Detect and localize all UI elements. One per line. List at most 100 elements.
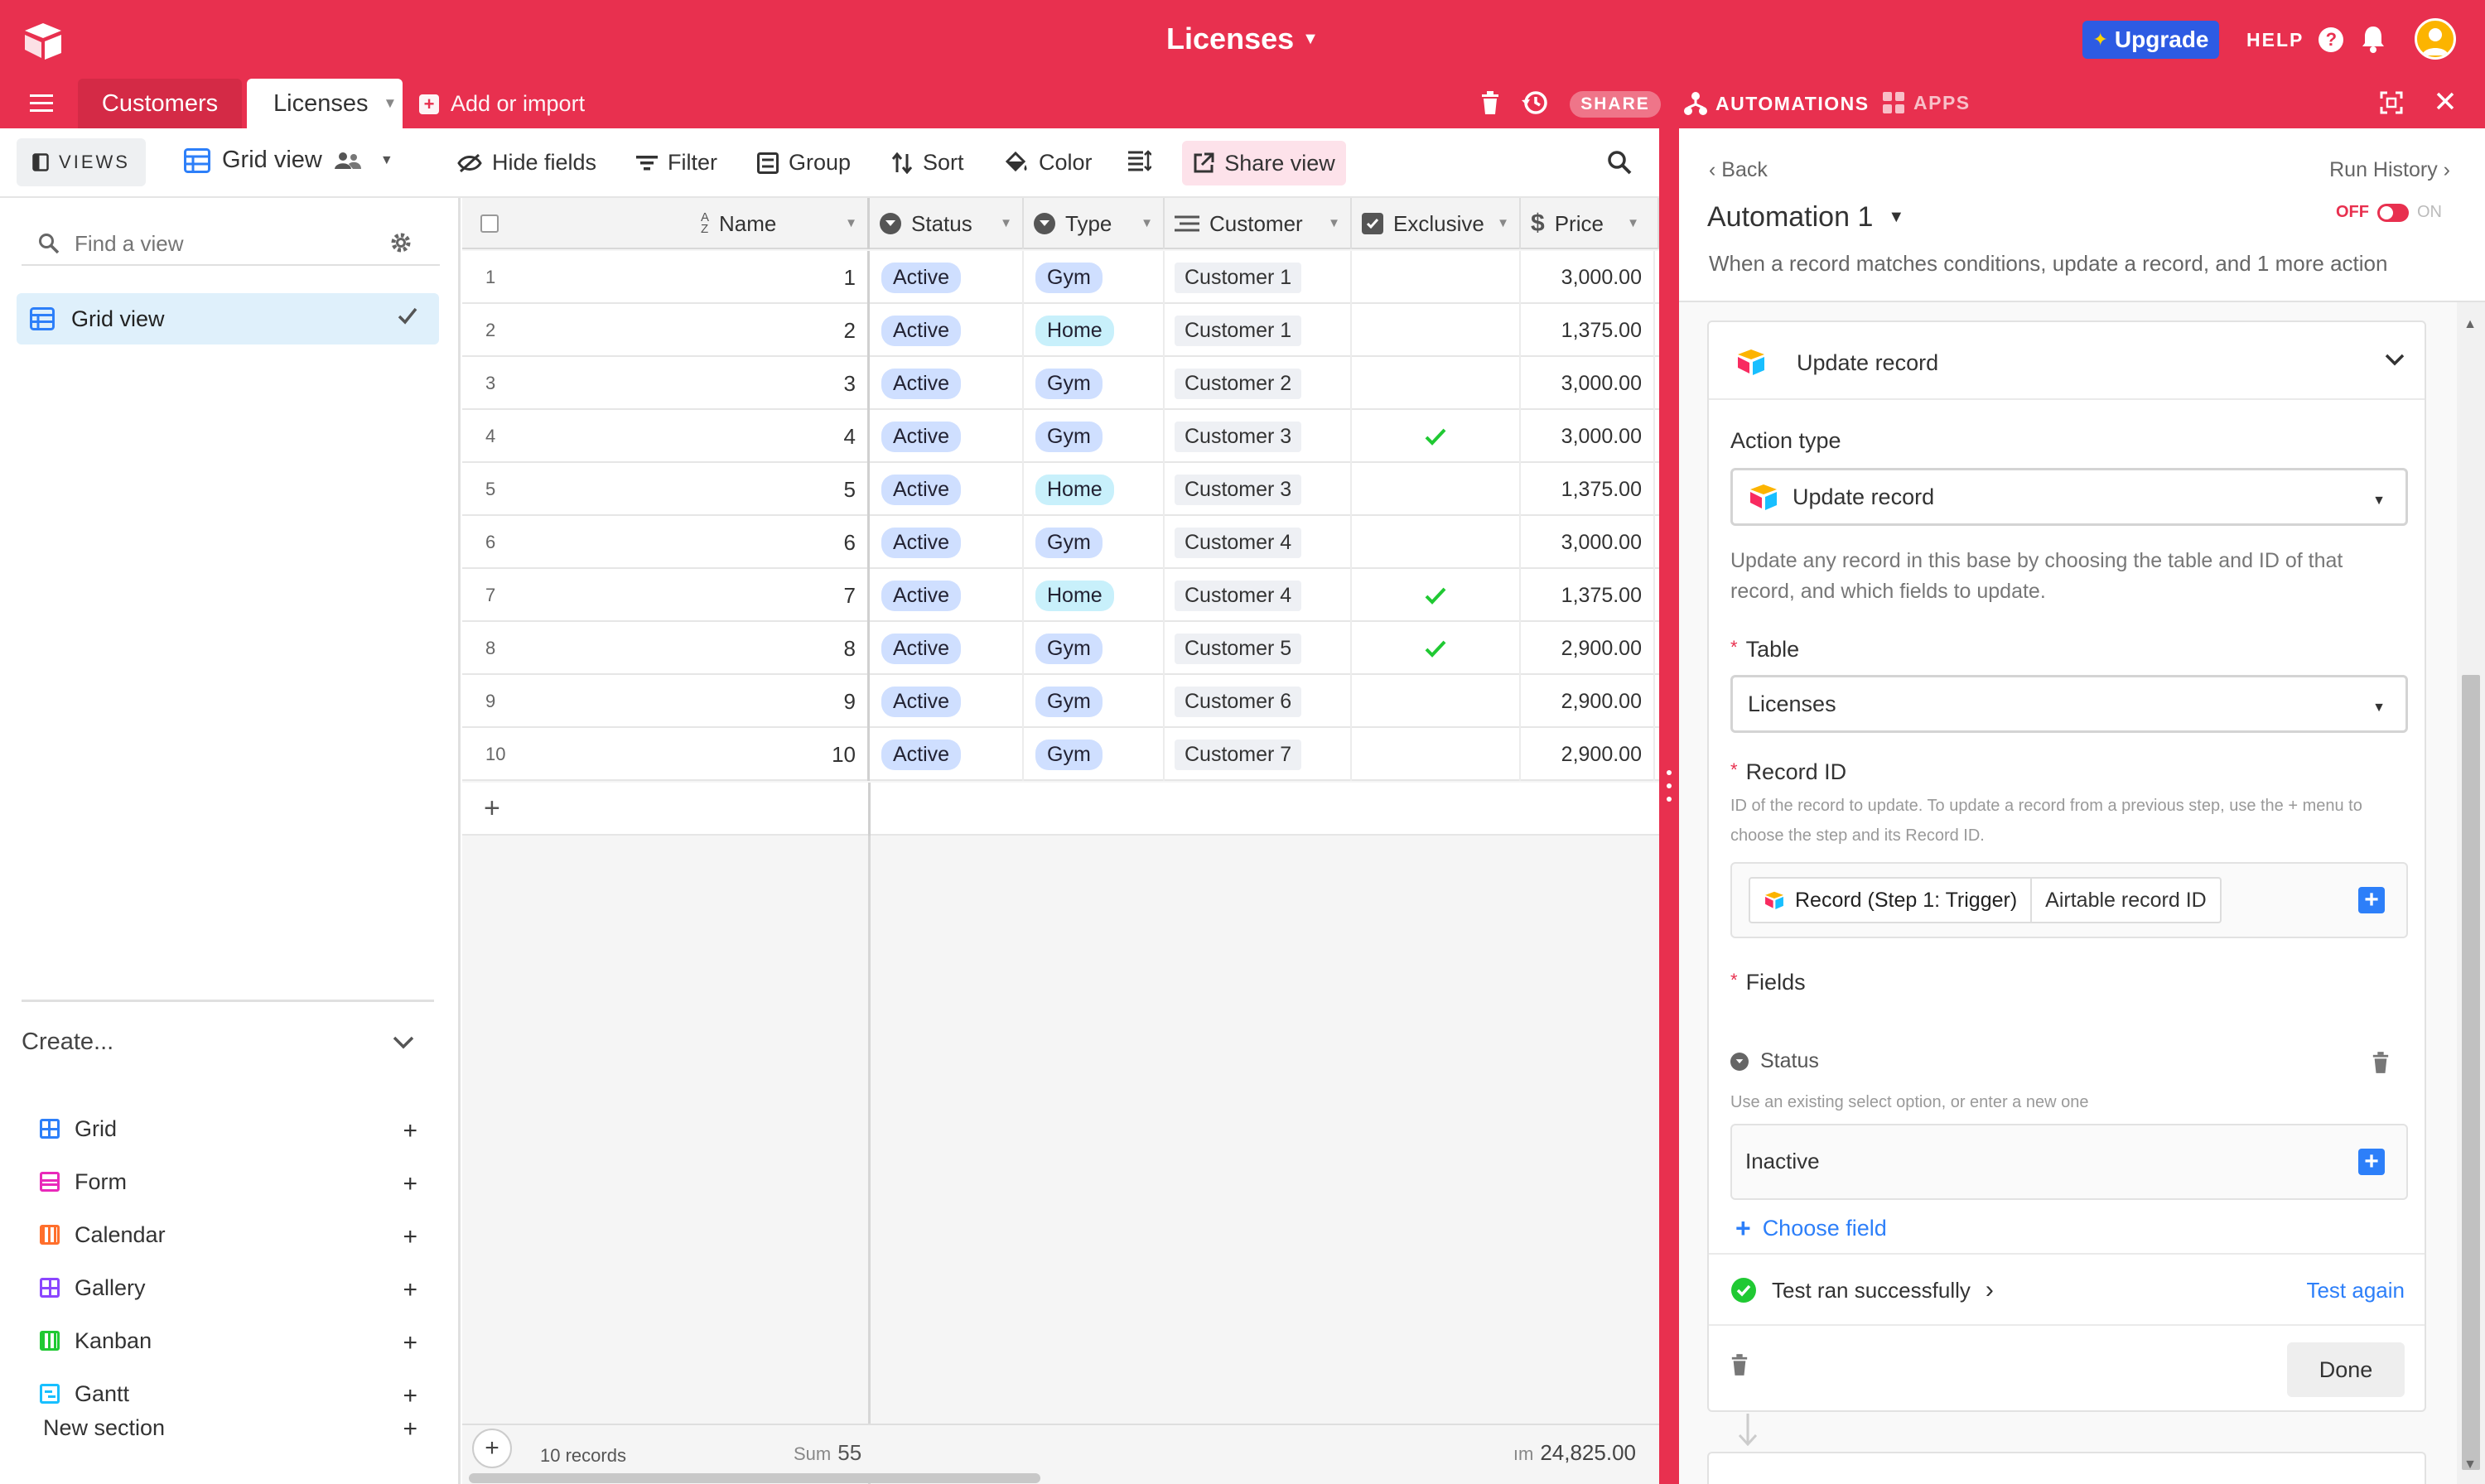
drag-handle-icon[interactable] xyxy=(1667,770,1672,802)
cell-customer[interactable]: Customer 1 xyxy=(1165,304,1352,357)
hamburger-menu-icon[interactable] xyxy=(30,93,53,113)
cell-type[interactable]: Home xyxy=(1024,463,1165,516)
create-section-title[interactable]: Create... xyxy=(22,1029,113,1056)
table-row[interactable]: 2 2 Active Home Customer 1 1,375.00 xyxy=(462,304,1659,357)
action-card-header[interactable]: Update record xyxy=(1709,322,2425,400)
automation-name[interactable]: Automation 1 ▼ xyxy=(1707,201,1904,234)
table-row[interactable]: 3 3 Active Gym Customer 2 3,000.00 xyxy=(462,357,1659,410)
create-calendar-button[interactable]: Calendar + xyxy=(40,1218,417,1251)
cell-type[interactable]: Gym xyxy=(1024,516,1165,569)
tab-licenses[interactable]: Licenses ▼ xyxy=(247,79,403,128)
table-row[interactable]: 8 8 Active Gym Customer 5 2,900.00 xyxy=(462,622,1659,675)
caret-down-icon[interactable]: ▼ xyxy=(1000,216,1012,230)
insert-token-plus-icon[interactable]: + xyxy=(2358,886,2385,913)
add-or-import-button[interactable]: + Add or import xyxy=(419,91,585,117)
status-value-field[interactable]: Inactive + xyxy=(1730,1124,2408,1200)
cell-type[interactable]: Gym xyxy=(1024,728,1165,781)
cell-exclusive[interactable] xyxy=(1352,304,1521,357)
panel-resize-strip[interactable] xyxy=(1659,128,1679,1484)
cell-status[interactable]: Active xyxy=(870,675,1024,728)
cell-customer[interactable]: Customer 3 xyxy=(1165,463,1352,516)
test-again-link[interactable]: Test again xyxy=(2306,1278,2405,1303)
upgrade-button[interactable]: ✦ Upgrade xyxy=(2082,21,2219,59)
caret-down-icon[interactable]: ▼ xyxy=(845,216,857,230)
cell-status[interactable]: Active xyxy=(870,516,1024,569)
find-view-input[interactable] xyxy=(75,230,389,257)
color-button[interactable]: Color xyxy=(1004,150,1093,176)
cell-price[interactable]: 1,375.00 xyxy=(1521,569,1655,622)
cell-name[interactable]: 9 xyxy=(578,675,870,728)
cell-price[interactable]: 2,900.00 xyxy=(1521,675,1655,728)
cell-type[interactable]: Gym xyxy=(1024,357,1165,410)
close-icon[interactable] xyxy=(2435,91,2455,111)
price-sum-summary[interactable]: ım 24,825.00 xyxy=(1513,1440,1636,1466)
caret-down-icon[interactable]: ▼ xyxy=(1497,216,1509,230)
automation-toggle[interactable]: OFF ON xyxy=(2336,203,2442,222)
caret-down-icon[interactable]: ▼ xyxy=(1328,216,1340,230)
done-button[interactable]: Done xyxy=(2287,1342,2405,1397)
chevron-down-icon[interactable] xyxy=(393,1036,414,1049)
cell-price[interactable]: 3,000.00 xyxy=(1521,251,1655,304)
trash-icon[interactable] xyxy=(1480,90,1500,115)
gear-icon[interactable] xyxy=(389,231,413,254)
record-id-token-field[interactable]: Record (Step 1: Trigger) Airtable record… xyxy=(1730,862,2408,938)
table-row[interactable]: 4 4 Active Gym Customer 3 3,000.00 xyxy=(462,410,1659,463)
column-header-status[interactable]: Status ▼ xyxy=(870,198,1024,249)
column-header-name[interactable]: AZ Name ▼ xyxy=(578,198,870,249)
user-avatar[interactable] xyxy=(2415,18,2456,60)
cell-type[interactable]: Gym xyxy=(1024,622,1165,675)
create-gallery-button[interactable]: Gallery + xyxy=(40,1271,417,1304)
cell-status[interactable]: Active xyxy=(870,251,1024,304)
sort-button[interactable]: Sort xyxy=(891,150,964,176)
share-button[interactable]: SHARE xyxy=(1570,91,1661,118)
share-view-button[interactable]: Share view xyxy=(1182,141,1346,186)
cell-customer[interactable]: Customer 6 xyxy=(1165,675,1352,728)
cell-price[interactable]: 2,900.00 xyxy=(1521,728,1655,781)
scroll-up-arrow-icon[interactable]: ▲ xyxy=(2463,317,2477,332)
trash-icon[interactable] xyxy=(2372,1051,2390,1074)
cell-customer[interactable]: Customer 1 xyxy=(1165,251,1352,304)
name-sum-summary[interactable]: Sum 55 xyxy=(794,1440,861,1466)
caret-down-icon[interactable]: ▼ xyxy=(1141,216,1153,230)
cell-name[interactable]: 4 xyxy=(578,410,870,463)
cell-status[interactable]: Active xyxy=(870,728,1024,781)
cell-type[interactable]: Home xyxy=(1024,304,1165,357)
run-history-link[interactable]: Run History › xyxy=(2329,158,2450,182)
table-row[interactable]: 6 6 Active Gym Customer 4 3,000.00 xyxy=(462,516,1659,569)
cell-exclusive[interactable] xyxy=(1352,410,1521,463)
add-record-button[interactable]: + xyxy=(472,1429,512,1468)
linked-record-chip[interactable]: Customer 4 xyxy=(1175,580,1302,611)
column-header-price[interactable]: $ Price ▼ xyxy=(1521,198,1659,249)
cell-exclusive[interactable] xyxy=(1352,675,1521,728)
cell-customer[interactable]: Customer 5 xyxy=(1165,622,1352,675)
views-toggle-button[interactable]: VIEWS xyxy=(17,138,146,186)
choose-field-button[interactable]: + Choose field xyxy=(1735,1213,1887,1244)
cell-name[interactable]: 6 xyxy=(578,516,870,569)
cell-price[interactable]: 3,000.00 xyxy=(1521,357,1655,410)
cell-customer[interactable]: Customer 7 xyxy=(1165,728,1352,781)
table-select[interactable]: Licenses ▼ xyxy=(1730,675,2408,733)
cell-status[interactable]: Active xyxy=(870,304,1024,357)
bell-icon[interactable] xyxy=(2361,25,2386,53)
create-form-button[interactable]: Form + xyxy=(40,1165,417,1198)
cell-status[interactable]: Active xyxy=(870,622,1024,675)
chevron-down-icon[interactable] xyxy=(2385,354,2405,367)
cell-type[interactable]: Gym xyxy=(1024,251,1165,304)
table-row[interactable]: 10 10 Active Gym Customer 7 2,900.00 xyxy=(462,728,1659,781)
cell-customer[interactable]: Customer 4 xyxy=(1165,569,1352,622)
cell-status[interactable]: Active xyxy=(870,357,1024,410)
table-row[interactable]: 5 5 Active Home Customer 3 1,375.00 xyxy=(462,463,1659,516)
cell-exclusive[interactable] xyxy=(1352,728,1521,781)
cell-status[interactable]: Active xyxy=(870,410,1024,463)
new-section-button[interactable]: New section + xyxy=(43,1415,417,1443)
expand-icon[interactable] xyxy=(2380,91,2403,114)
caret-down-icon[interactable]: ▼ xyxy=(1627,216,1639,230)
cell-name[interactable]: 7 xyxy=(578,569,870,622)
cell-exclusive[interactable] xyxy=(1352,569,1521,622)
cell-exclusive[interactable] xyxy=(1352,251,1521,304)
cell-type[interactable]: Home xyxy=(1024,569,1165,622)
sidebar-item-grid-view[interactable]: Grid view xyxy=(17,293,439,344)
cell-price[interactable]: 2,900.00 xyxy=(1521,622,1655,675)
table-row[interactable]: 9 9 Active Gym Customer 6 2,900.00 xyxy=(462,675,1659,728)
cell-exclusive[interactable] xyxy=(1352,622,1521,675)
